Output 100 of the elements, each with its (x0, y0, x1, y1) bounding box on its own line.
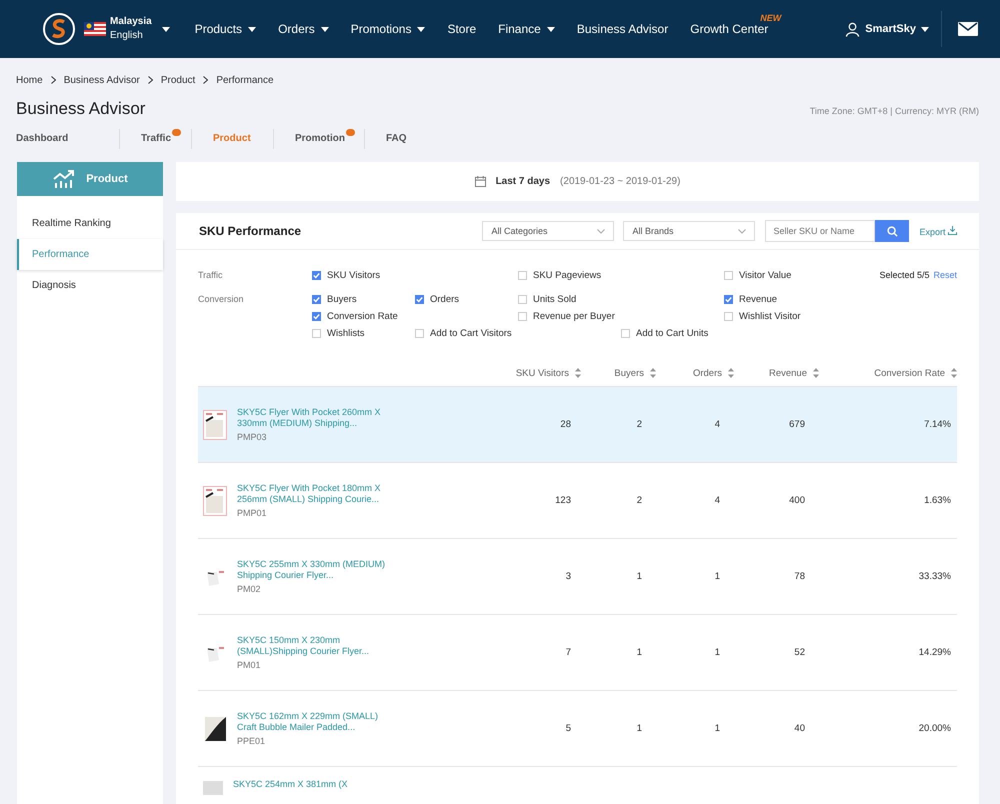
column-header[interactable]: Conversion Rate (819, 368, 957, 378)
metric-checkbox[interactable]: Add to Cart Visitors (415, 328, 518, 339)
search-icon (886, 226, 898, 236)
product-thumbnail (203, 781, 223, 795)
product-name-link[interactable]: SKY5C Flyer With Pocket 180mm X 256mm (SMALL) Shipping Courie... (237, 483, 397, 505)
metric-group-label: Traffic (198, 270, 224, 282)
download-icon (948, 226, 957, 234)
metric-checkbox[interactable]: Buyers (312, 294, 415, 305)
checkbox-square[interactable] (312, 329, 321, 338)
mail-icon[interactable] (958, 22, 978, 36)
table-cell-text: 20.00% (918, 723, 952, 734)
table-cell-text: 40 (793, 723, 806, 734)
metric-checkbox[interactable]: Visitor Value (724, 270, 844, 281)
checkbox-square[interactable] (518, 312, 527, 321)
metric-checkbox[interactable]: Revenue per Buyer (518, 311, 621, 322)
table-row[interactable]: SKY5C 162mm X 229mm (SMALL) Craft Bubble Mailer Padded... PPE01 5 1 1 40 20.00% (198, 691, 957, 767)
country-selector[interactable]: Malaysia English (84, 15, 170, 43)
metric-checkbox[interactable]: Revenue (724, 294, 844, 305)
metric-checkbox[interactable]: Wishlists (312, 328, 415, 339)
nav-menu-item[interactable]: Products (194, 22, 242, 36)
logo-icon[interactable] (42, 12, 76, 46)
column-header[interactable]: SKU Visitors (490, 368, 581, 378)
tab[interactable]: FAQ (365, 129, 407, 149)
nav-menu-item[interactable]: Promotions (350, 22, 412, 36)
table-row[interactable]: SKY5C 150mm X 230mm (SMALL)Shipping Courier Flyer... PM01 7 1 1 52 14.29% (198, 615, 957, 691)
nav-menu-item[interactable]: Store (447, 22, 476, 36)
flag-icon (84, 22, 106, 36)
page-title: Business Advisor (16, 99, 146, 119)
table-cell-text: 3 (564, 571, 572, 582)
metric-checkbox[interactable]: SKU Visitors (312, 270, 415, 281)
date-range-text: (2019-01-23 ~ 2019-01-29) (560, 176, 680, 187)
metric-checkbox[interactable]: Conversion Rate (312, 311, 415, 322)
checkbox-square[interactable] (518, 271, 527, 280)
brand-dropdown[interactable]: All Brands (623, 221, 756, 241)
metric-checkbox[interactable]: Wishlist Visitor (724, 311, 844, 322)
nav-menu-item[interactable]: Orders (278, 22, 315, 36)
tab[interactable]: Promotion (274, 129, 365, 149)
reset-link[interactable]: Reset (933, 270, 957, 280)
search-button[interactable] (875, 220, 910, 242)
tab[interactable]: Dashboard (16, 129, 120, 149)
breadcrumb-link[interactable]: Home (16, 74, 43, 86)
column-header[interactable]: Buyers (581, 368, 656, 378)
table-cell-text: 7 (564, 647, 572, 658)
category-dropdown[interactable]: All Categories (482, 221, 614, 241)
checkbox-square[interactable] (621, 329, 630, 338)
sidebar-item[interactable]: Realtime Ranking (17, 208, 163, 239)
product-sku: PMP03 (237, 432, 268, 442)
metric-checkbox[interactable]: SKU Pageviews (518, 270, 621, 281)
sidebar-item[interactable]: Diagnosis (17, 270, 163, 301)
caret-icon (162, 26, 170, 32)
export-link[interactable]: Export (919, 226, 957, 236)
product-sku: PPE01 (237, 736, 266, 746)
search-field[interactable]: Seller SKU or Name (765, 220, 876, 242)
table-cell-text: 4 (714, 419, 721, 430)
chevron-right-icon (50, 76, 56, 84)
sort-icon (728, 368, 734, 378)
metric-checkbox[interactable]: Units Sold (518, 294, 621, 305)
table-cell-text: 1.63% (923, 495, 952, 506)
table-cell-text: 123 (554, 495, 572, 506)
chevron-right-icon (203, 76, 208, 84)
checkbox-square[interactable] (415, 295, 424, 304)
checkbox-square[interactable] (518, 295, 527, 304)
checkbox-square[interactable] (724, 295, 733, 304)
tab[interactable]: Traffic (120, 129, 192, 149)
table-cell-text: 679 (788, 419, 806, 430)
metric-group-label: Conversion (198, 294, 245, 306)
table-row[interactable]: SKY5C 255mm X 330mm (MEDIUM) Shipping Courier Flyer... PM02 3 1 1 78 33.33% (198, 539, 957, 615)
checkbox-square[interactable] (724, 271, 733, 280)
column-header[interactable]: Revenue (734, 368, 819, 378)
sidebar-header-text: Product (86, 173, 128, 185)
checkbox-square[interactable] (312, 312, 321, 321)
card-title: SKU Performance (199, 224, 302, 238)
checkbox-square[interactable] (312, 271, 321, 280)
table-cell-text: 52 (793, 647, 806, 658)
chart-icon (52, 169, 76, 189)
table-row[interactable]: SKY5C Flyer With Pocket 260mm X 330mm (MEDIUM) Shipping... PMP03 28 2 4 679 7.14% (198, 387, 957, 463)
nav-menu-item[interactable]: Finance (498, 22, 541, 36)
table-row[interactable]: SKY5C Flyer With Pocket 180mm X 256mm (SMALL) Shipping Courie... PMP01 123 2 4 400 1.63% (198, 463, 957, 539)
checkbox-square[interactable] (724, 312, 733, 321)
product-sku: PM02 (237, 584, 262, 594)
nav-menu-item[interactable]: Growth Center (690, 22, 768, 36)
table-cell-text: 2 (636, 419, 643, 430)
date-range-label[interactable]: Last 7 days (496, 176, 550, 187)
table-cell-text: 2 (636, 495, 643, 506)
metric-checkbox[interactable]: Add to Cart Units (621, 328, 724, 339)
checkbox-square[interactable] (312, 295, 321, 304)
checkbox-square[interactable] (415, 329, 424, 338)
column-header[interactable]: Orders (656, 368, 734, 378)
calendar-icon[interactable] (474, 176, 486, 187)
metric-checkbox[interactable]: Orders (415, 294, 518, 305)
breadcrumb-link[interactable]: Performance (216, 74, 274, 86)
nav-menu-item[interactable]: Business Advisor (576, 22, 668, 36)
product-thumbnail (203, 486, 227, 516)
product-name-link[interactable]: SKY5C 255mm X 330mm (MEDIUM) Shipping Courier Flyer... (237, 559, 397, 581)
caret-icon (921, 26, 929, 32)
sort-icon (813, 368, 819, 378)
sort-icon (951, 368, 957, 378)
breadcrumb-link[interactable]: Product (160, 74, 196, 86)
user-menu[interactable]: SmartSky (845, 22, 929, 36)
breadcrumb-link[interactable]: Business Advisor (64, 74, 140, 86)
